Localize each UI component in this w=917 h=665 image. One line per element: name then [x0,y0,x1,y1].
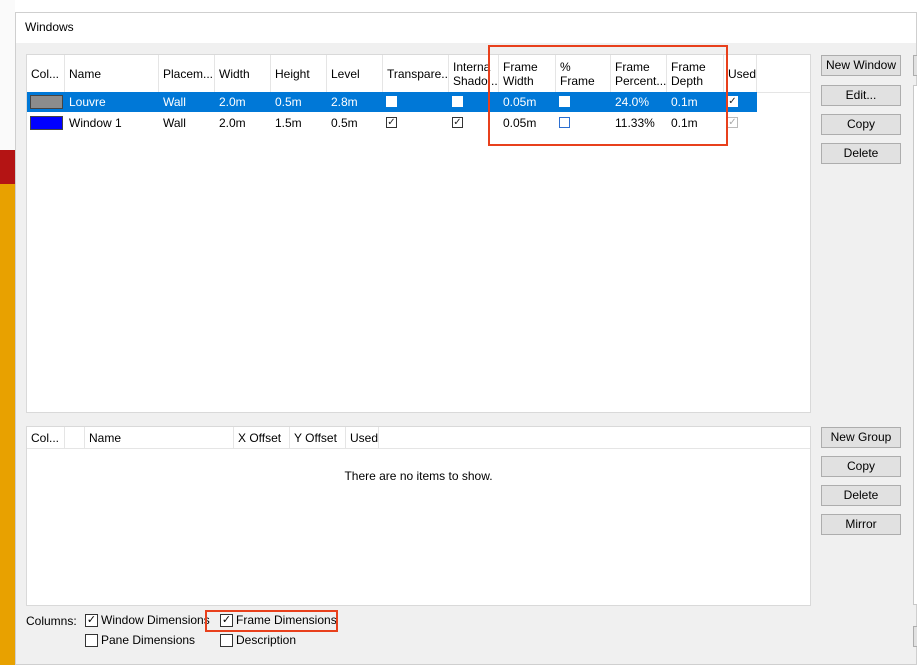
header-placement[interactable]: Placem... [159,55,215,93]
header-name[interactable]: Name [65,55,159,93]
windows-list[interactable]: Col... Name Placem... Width Height Level… [26,54,811,413]
groups-list[interactable]: Col... Name X Offset Y Offset Used There… [26,426,811,606]
internal-shadow-checkbox[interactable]: ✓ [452,117,463,128]
checkmark-icon: ✓ [728,96,737,107]
edit-button[interactable]: Edit... [821,85,901,106]
window-dimensions-checkbox[interactable]: ✓ [85,613,98,627]
mirror-button[interactable]: Mirror [821,514,901,535]
table-row[interactable]: Window 1 Wall 2.0m 1.5m 0.5m ✓ ✓ 0.05m 1… [27,113,757,133]
row-name: Window 1 [69,116,122,130]
row-frame-width: 0.05m [503,116,537,130]
header-used[interactable]: Used [346,427,379,449]
description-checkbox[interactable] [220,633,233,647]
header-name[interactable]: Name [85,427,234,449]
row-level: 0.5m [331,116,358,130]
delete-group-button[interactable]: Delete [821,485,901,506]
header-frame-percent[interactable]: Frame Percent... [611,55,667,93]
row-height: 1.5m [275,116,302,130]
groups-list-header: Col... Name X Offset Y Offset Used [27,427,810,449]
percent-frame-checkbox[interactable] [559,96,570,107]
partial-button[interactable] [913,55,917,76]
partial-button[interactable] [913,626,917,647]
row-level: 2.8m [331,95,358,109]
pane-dimensions-option[interactable]: Pane Dimensions [85,633,195,647]
header-width[interactable]: Width [215,55,271,93]
color-swatch [30,95,63,109]
checkmark-icon: ✓ [221,613,232,626]
row-placement: Wall [163,95,186,109]
columns-label: Columns: [26,614,77,628]
transparent-checkbox[interactable] [386,96,397,107]
checkmark-icon: ✓ [387,117,396,128]
header-height[interactable]: Height [271,55,327,93]
checkmark-icon: ✓ [86,613,97,626]
row-width: 2.0m [219,95,246,109]
row-frame-depth: 0.1m [671,116,698,130]
row-width: 2.0m [219,116,246,130]
header-color[interactable]: Col... [27,55,65,93]
checkmark-icon: ✓ [453,117,462,128]
description-label: Description [236,633,297,647]
percent-frame-checkbox[interactable] [559,117,570,128]
pane-dimensions-label: Pane Dimensions [101,633,196,647]
frame-dimensions-checkbox[interactable]: ✓ [220,613,233,627]
header-frame-depth[interactable]: Frame Depth [667,55,724,93]
row-frame-percent: 11.33% [615,116,655,130]
row-frame-width: 0.05m [503,95,537,109]
window-dimensions-option[interactable]: ✓ Window Dimensions [85,613,210,627]
copy-window-button[interactable]: Copy [821,114,901,135]
empty-list-message: There are no items to show. [344,469,493,483]
row-height: 0.5m [275,95,302,109]
header-y-offset[interactable]: Y Offset [290,427,346,449]
window-title: Windows [25,20,74,34]
frame-dimensions-label: Frame Dimensions [236,613,337,627]
header-frame-width[interactable]: Frame Width [499,55,556,93]
header-internal-shadow[interactable]: Interna Shado... [449,55,499,93]
header-percent-frame[interactable]: % Frame [556,55,611,93]
header-x-offset[interactable]: X Offset [234,427,290,449]
partial-panel [913,85,917,605]
pane-dimensions-checkbox[interactable] [85,633,98,647]
background-window [0,0,15,150]
checkmark-icon: ✓ [728,117,737,128]
window-dimensions-label: Window Dimensions [101,613,210,627]
description-option[interactable]: Description [220,633,296,647]
title-bar: Windows [16,13,916,43]
transparent-checkbox[interactable]: ✓ [386,117,397,128]
frame-dimensions-option[interactable]: ✓ Frame Dimensions [220,613,337,627]
row-frame-percent: 24.0% [615,95,650,109]
header-level[interactable]: Level [327,55,383,93]
delete-window-button[interactable]: Delete [821,143,901,164]
color-swatch [30,116,63,130]
new-window-button[interactable]: New Window [821,55,901,76]
windows-dialog: Windows Col... Name Placem... Width Heig… [15,12,917,665]
row-name: Louvre [69,95,106,109]
header-transparent[interactable]: Transpare... [383,55,449,93]
header-used[interactable]: Used [724,55,757,93]
table-row[interactable]: Louvre Wall 2.0m 0.5m 2.8m 0.05m 24.0% 0… [27,92,757,112]
used-checkbox: ✓ [727,96,738,107]
header-blank[interactable] [65,427,85,449]
windows-list-header: Col... Name Placem... Width Height Level… [27,55,810,93]
header-color[interactable]: Col... [27,427,65,449]
used-checkbox: ✓ [727,117,738,128]
row-frame-depth: 0.1m [671,95,698,109]
copy-group-button[interactable]: Copy [821,456,901,477]
internal-shadow-checkbox[interactable] [452,96,463,107]
row-placement: Wall [163,116,186,130]
new-group-button[interactable]: New Group [821,427,901,448]
